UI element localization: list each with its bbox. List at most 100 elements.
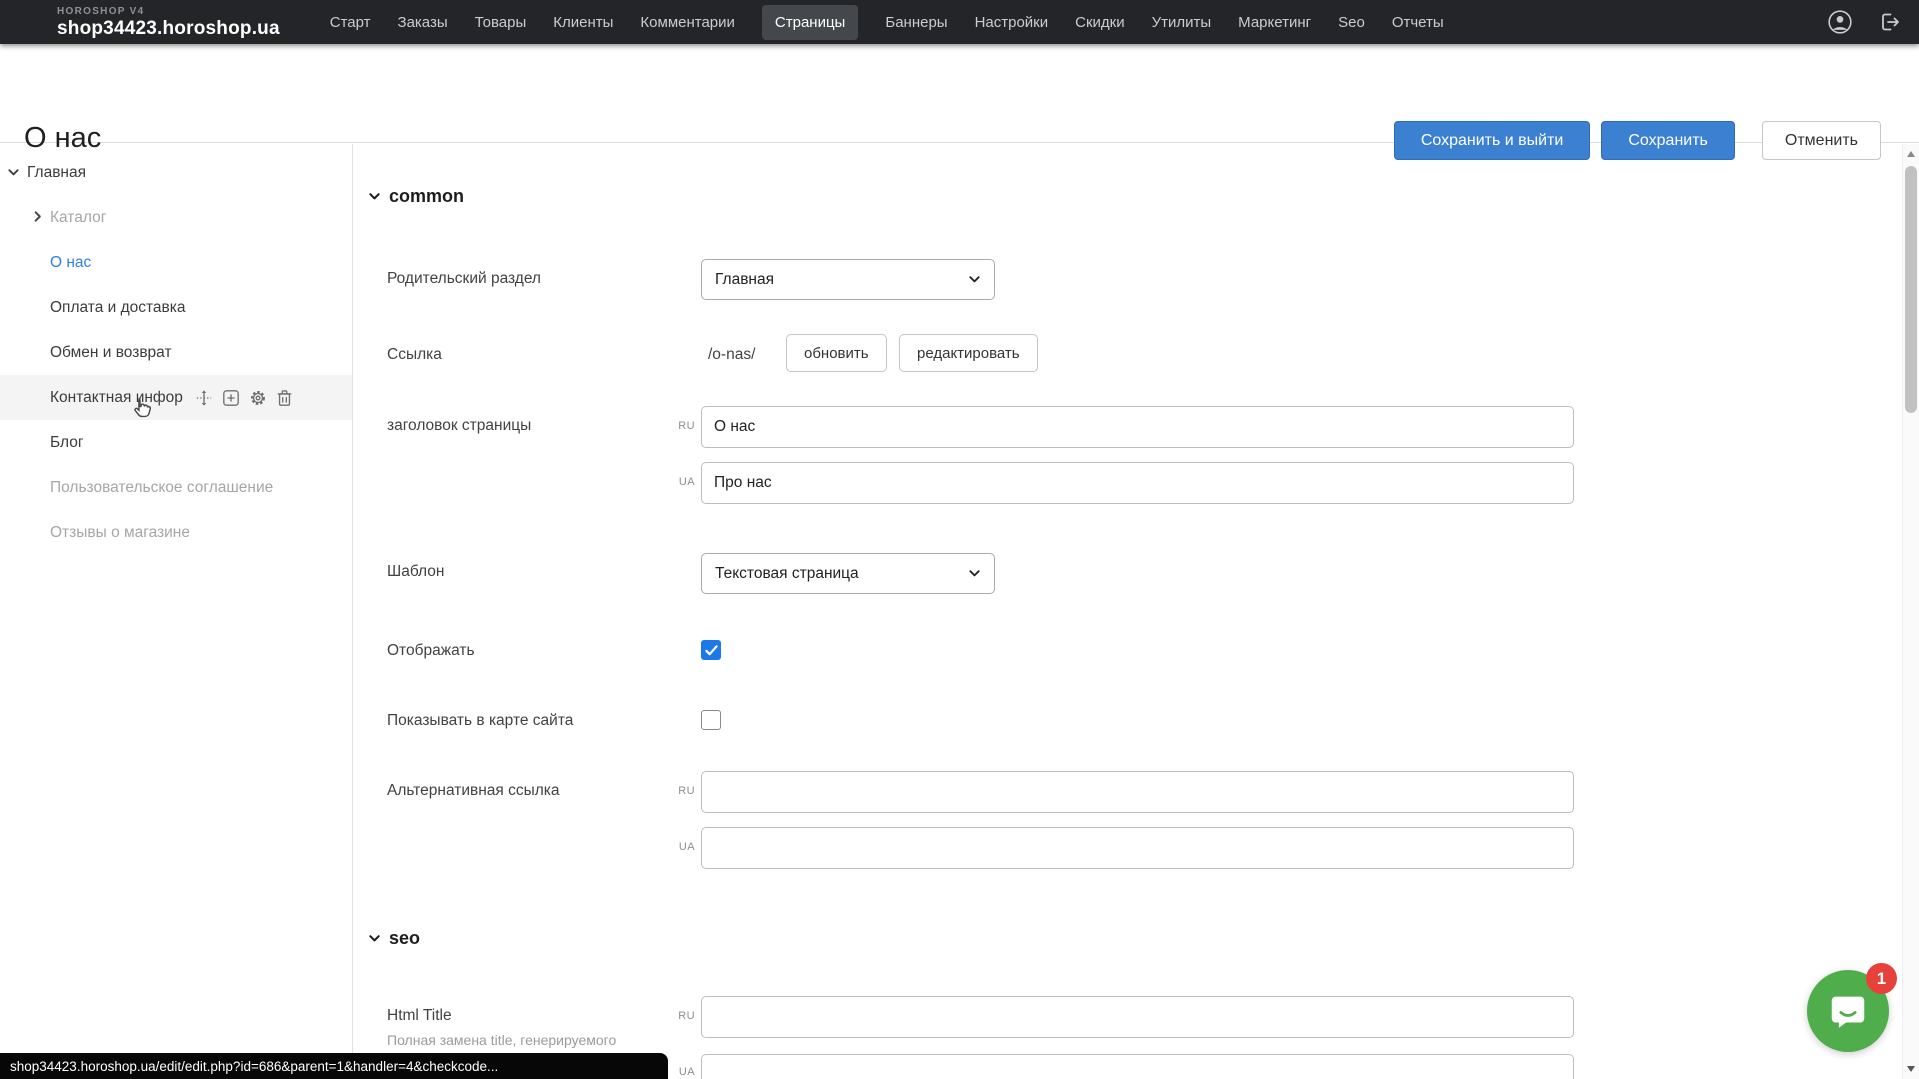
menu-clients[interactable]: Клиенты [553, 5, 613, 40]
tree-item-label: Оплата и доставка [50, 299, 186, 317]
tree-item-label: Главная [27, 164, 86, 182]
pages-tree-sidebar: Главная Каталог О нас Оплата и доставка … [0, 144, 353, 1079]
cancel-button[interactable]: Отменить [1762, 121, 1881, 160]
link-label: Ссылка [387, 346, 442, 364]
tree-item-polzovatelskoe-soglashenie[interactable]: Пользовательское соглашение [0, 465, 352, 510]
section-title: seo [389, 928, 420, 949]
save-and-exit-button[interactable]: Сохранить и выйти [1394, 121, 1591, 160]
status-url-text: shop34423.horoshop.ua/edit/edit.php?id=6… [10, 1059, 498, 1074]
html-title-ua-input[interactable] [701, 1054, 1574, 1079]
menu-comments[interactable]: Комментарии [640, 5, 734, 40]
tree-item-actions [195, 389, 293, 407]
chevron-down-icon [968, 567, 981, 580]
chat-bubble-icon [1827, 990, 1869, 1032]
chevron-down-icon [368, 190, 381, 203]
link-refresh-button[interactable]: обновить [786, 334, 887, 372]
add-icon[interactable] [222, 389, 240, 407]
top-menu: Старт Заказы Товары Клиенты Комментарии … [330, 5, 1444, 40]
section-title: common [389, 186, 464, 207]
settings-icon[interactable] [249, 389, 267, 407]
scrollbar-up-arrow[interactable] [1907, 151, 1915, 157]
header-action-buttons: Сохранить и выйти Сохранить Отменить [1394, 121, 1881, 160]
checkmark-icon [705, 645, 718, 656]
lang-badge-ru: RU [671, 1010, 695, 1022]
page-heading-label: заголовок страницы [387, 417, 531, 435]
link-path-value: /o-nas/ [708, 346, 755, 364]
chevron-down-icon [968, 273, 981, 286]
lang-badge-ru: RU [671, 420, 695, 432]
shop-domain-label: shop34423.horoshop.ua [57, 19, 280, 38]
top-navigation-bar: HOROSHOP V4 shop34423.horoshop.ua Старт … [0, 0, 1919, 44]
app-logo[interactable]: HOROSHOP V4 shop34423.horoshop.ua [57, 7, 280, 38]
menu-start[interactable]: Старт [330, 5, 371, 40]
html-title-hint: Полная замена title, генерируемого [387, 1032, 616, 1048]
section-seo-header[interactable]: seo [368, 928, 420, 949]
link-edit-button[interactable]: редактировать [899, 334, 1038, 372]
chevron-down-icon [368, 932, 381, 945]
user-icon[interactable] [1827, 9, 1853, 35]
page-heading-ua-input[interactable] [701, 462, 1574, 504]
menu-settings[interactable]: Настройки [975, 5, 1049, 40]
page-header: О нас Сохранить и выйти Сохранить Отмени… [0, 44, 1919, 143]
tree-item-o-nas-selected[interactable]: О нас [0, 240, 352, 285]
lang-badge-ua: UA [671, 841, 695, 853]
chevron-right-icon[interactable] [31, 210, 44, 223]
tree-item-katalog[interactable]: Каталог [0, 195, 352, 240]
menu-products[interactable]: Товары [475, 5, 527, 40]
tree-item-otzyvy-o-magazine[interactable]: Отзывы о магазине [0, 510, 352, 555]
display-checkbox-checked[interactable] [701, 640, 721, 660]
menu-seo[interactable]: Seo [1338, 5, 1365, 40]
lang-badge-ua: UA [671, 476, 695, 488]
chat-unread-badge[interactable]: 1 [1866, 963, 1897, 994]
parent-section-value: Главная [715, 271, 774, 289]
menu-marketing[interactable]: Маркетинг [1238, 5, 1311, 40]
menu-pages-active[interactable]: Страницы [762, 5, 858, 40]
alt-link-label: Альтернативная ссылка [387, 782, 560, 800]
tree-item-label: Блог [50, 434, 84, 452]
move-icon[interactable] [195, 389, 213, 407]
parent-section-select[interactable]: Главная [701, 259, 995, 300]
tree-item-label: Каталог [50, 209, 106, 227]
template-label: Шаблон [387, 563, 444, 581]
tree-item-label: Отзывы о магазине [50, 524, 190, 542]
tree-item-label: Обмен и возврат [50, 344, 172, 362]
save-button[interactable]: Сохранить [1601, 121, 1735, 160]
sitemap-label: Показывать в карте сайта [387, 712, 573, 730]
logo-version-label: HOROSHOP V4 [57, 7, 280, 17]
display-label: Отображать [387, 642, 475, 660]
template-select[interactable]: Текстовая страница [701, 553, 995, 594]
tree-item-kontaktnaya-infor[interactable]: Контактная инфор [0, 375, 352, 420]
page-title: О нас [24, 122, 101, 155]
tree-item-obmen-i-vozvrat[interactable]: Обмен и возврат [0, 330, 352, 375]
scrollbar-thumb[interactable] [1905, 166, 1917, 413]
logout-icon[interactable] [1877, 10, 1901, 34]
tree-item-blog[interactable]: Блог [0, 420, 352, 465]
link-preview-statusbar: shop34423.horoshop.ua/edit/edit.php?id=6… [0, 1053, 668, 1079]
tree-item-label: Пользовательское соглашение [50, 479, 273, 497]
page-edit-form: common Родительский раздел Главная Ссылк… [354, 144, 1902, 1079]
menu-banners[interactable]: Баннеры [885, 5, 947, 40]
tree-item-glavnaya[interactable]: Главная [0, 150, 352, 195]
lang-badge-ru: RU [671, 785, 695, 797]
menu-utilities[interactable]: Утилиты [1152, 5, 1212, 40]
tree-item-oplata-i-dostavka[interactable]: Оплата и доставка [0, 285, 352, 330]
menu-reports[interactable]: Отчеты [1392, 5, 1444, 40]
chevron-down-icon[interactable] [7, 166, 20, 179]
template-value: Текстовая страница [715, 565, 859, 583]
lang-badge-ua: UA [671, 1066, 695, 1078]
vertical-scrollbar[interactable] [1902, 144, 1919, 1079]
topbar-right-icons [1827, 9, 1901, 35]
alt-link-ua-input[interactable] [701, 827, 1574, 869]
menu-discounts[interactable]: Скидки [1075, 5, 1124, 40]
delete-icon[interactable] [276, 389, 293, 407]
page-heading-ru-input[interactable] [701, 406, 1574, 448]
parent-section-label: Родительский раздел [387, 270, 541, 288]
tree-item-label: Контактная инфор [50, 389, 183, 407]
menu-orders[interactable]: Заказы [398, 5, 448, 40]
scrollbar-down-arrow[interactable] [1907, 1066, 1915, 1072]
sitemap-checkbox-unchecked[interactable] [701, 710, 721, 730]
alt-link-ru-input[interactable] [701, 771, 1574, 813]
section-common-header[interactable]: common [368, 186, 464, 207]
html-title-ru-input[interactable] [701, 996, 1574, 1038]
html-title-label: Html Title [387, 1007, 452, 1025]
